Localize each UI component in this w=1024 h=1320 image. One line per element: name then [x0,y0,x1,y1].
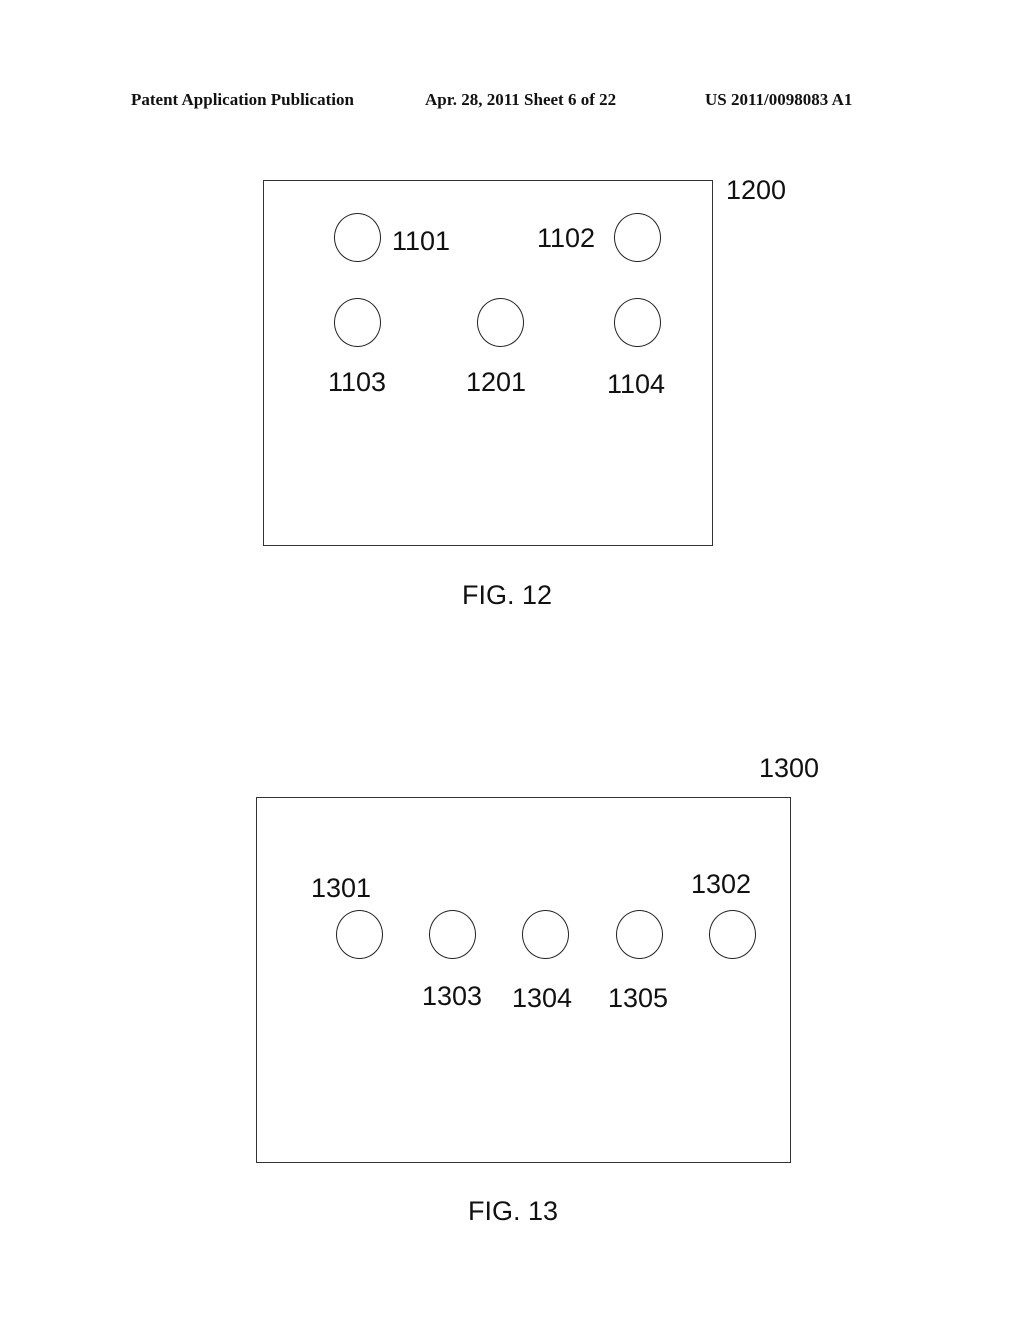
element-1103-label: 1103 [328,367,387,397]
header-publication: Patent Application Publication [131,90,354,109]
element-1201-label: 1201 [466,367,527,397]
element-1302-label: 1302 [691,869,752,899]
figure-13-ref: 1300 [759,753,820,783]
element-1303-label: 1303 [422,981,483,1011]
header-patent-number: US 2011/0098083 A1 [705,90,853,109]
element-1301-label: 1301 [311,873,372,903]
element-1104-circle [614,298,661,347]
figure-12-ref: 1200 [726,175,787,205]
element-1303-circle [429,910,476,959]
element-1301-circle [336,910,383,959]
element-1103-circle [334,298,381,347]
element-1302-circle [709,910,756,959]
element-1102-circle [614,213,661,262]
figure-13-caption: FIG. 13 [468,1196,559,1226]
element-1104-label: 1104 [607,369,666,399]
figure-13-frame [256,797,791,1163]
element-1305-circle [616,910,663,959]
element-1101-circle [334,213,381,262]
header-date-sheet: Apr. 28, 2011 Sheet 6 of 22 [425,90,617,109]
element-1201-circle [477,298,524,347]
element-1305-label: 1305 [608,983,669,1013]
element-1304-circle [522,910,569,959]
element-1102-label: 1102 [537,223,596,253]
element-1101-label: 1101 [392,226,451,256]
figure-12-caption: FIG. 12 [462,580,553,610]
element-1304-label: 1304 [512,983,573,1013]
